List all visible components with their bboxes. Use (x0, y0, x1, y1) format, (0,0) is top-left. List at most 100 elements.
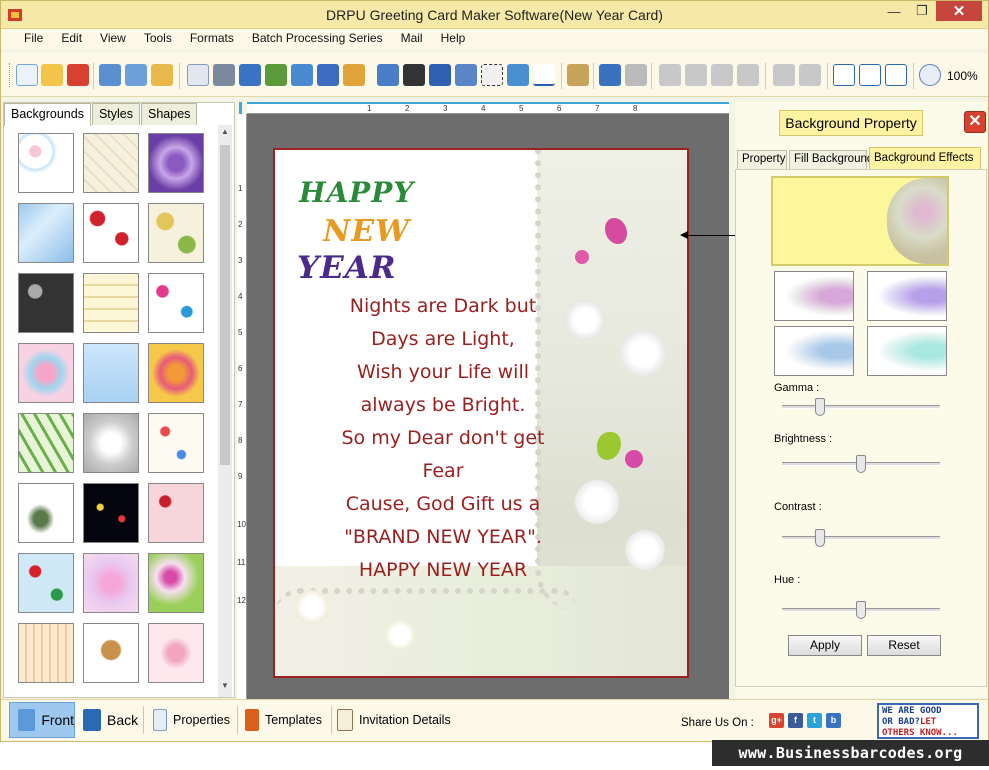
save-icon[interactable] (99, 64, 121, 86)
background-thumbnail[interactable] (18, 273, 74, 333)
scroll-down-icon[interactable]: ▼ (218, 681, 232, 695)
contrast-slider[interactable] (782, 536, 940, 540)
redo-icon[interactable] (625, 64, 647, 86)
menu-file[interactable]: File (15, 29, 52, 49)
background-thumbnail[interactable] (18, 413, 74, 473)
grid-icon[interactable] (833, 64, 855, 86)
fit-window-icon[interactable] (885, 64, 907, 86)
menu-batch-processing[interactable]: Batch Processing Series (243, 29, 392, 49)
front-button[interactable]: Front (9, 702, 75, 738)
invitation-details-button[interactable]: Invitation Details (329, 702, 459, 738)
effect-thumbnail[interactable] (867, 326, 947, 376)
delete-icon[interactable] (737, 64, 759, 86)
close-panel-button[interactable]: ✕ (964, 111, 986, 133)
background-thumbnail[interactable] (148, 273, 204, 333)
background-thumbnail[interactable] (148, 483, 204, 543)
maximize-button[interactable]: ❐ (908, 1, 936, 21)
insert-picture-icon[interactable] (343, 64, 365, 86)
actual-size-icon[interactable] (859, 64, 881, 86)
background-thumbnail[interactable] (83, 343, 139, 403)
crop-icon[interactable] (265, 64, 287, 86)
background-thumbnail[interactable] (18, 623, 74, 683)
menu-formats[interactable]: Formats (181, 29, 243, 49)
menu-help[interactable]: Help (432, 29, 475, 49)
brightness-slider-thumb[interactable] (856, 455, 866, 473)
menu-view[interactable]: View (91, 29, 135, 49)
effect-thumbnail[interactable] (774, 326, 854, 376)
feedback-banner[interactable]: WE ARE GOOD OR BAD?LET OTHERS KNOW... (877, 703, 979, 739)
background-thumbnail[interactable] (83, 133, 139, 193)
gallery-scrollbar[interactable]: ▲ ▼ (218, 125, 232, 697)
print-preview-icon[interactable] (239, 64, 261, 86)
tab-backgrounds[interactable]: Backgrounds (4, 103, 91, 126)
tab-property[interactable]: Property (737, 150, 787, 169)
export-icon[interactable] (151, 64, 173, 86)
google-plus-icon[interactable]: g+ (769, 713, 784, 728)
bring-front-icon[interactable] (773, 64, 795, 86)
background-thumbnail[interactable] (148, 413, 204, 473)
background-thumbnail[interactable] (83, 623, 139, 683)
open-folder-icon[interactable] (41, 64, 63, 86)
close-window-button[interactable]: ✕ (936, 1, 982, 21)
greeting-card[interactable]: HAPPY NEW YEAR Nights are Dark but Days … (273, 148, 689, 678)
tab-background-effects[interactable]: Background Effects (869, 147, 981, 171)
blogger-icon[interactable]: b (826, 713, 841, 728)
properties-icon[interactable] (187, 64, 209, 86)
save-as-icon[interactable] (125, 64, 147, 86)
copy-icon[interactable] (685, 64, 707, 86)
minimize-button[interactable]: — (880, 1, 908, 21)
background-thumbnail[interactable] (83, 273, 139, 333)
poem-text[interactable]: Nights are Dark but Days are Light, Wish… (323, 290, 563, 587)
gamma-slider[interactable] (782, 405, 940, 409)
background-thumbnail[interactable] (18, 203, 74, 263)
properties-button[interactable]: Properties (145, 702, 235, 738)
background-thumbnail[interactable] (83, 483, 139, 543)
menu-edit[interactable]: Edit (52, 29, 91, 49)
menu-tools[interactable]: Tools (135, 29, 181, 49)
print-icon[interactable] (213, 64, 235, 86)
paste-icon[interactable] (711, 64, 733, 86)
background-thumbnail[interactable] (83, 413, 139, 473)
gamma-slider-thumb[interactable] (814, 398, 825, 416)
background-thumbnail[interactable] (148, 343, 204, 403)
signature-icon[interactable] (481, 64, 503, 86)
background-thumbnail[interactable] (18, 483, 74, 543)
undo-icon[interactable] (599, 64, 621, 86)
twitter-icon[interactable]: t (807, 713, 822, 728)
close-icon[interactable] (67, 64, 89, 86)
background-thumbnail[interactable] (83, 203, 139, 263)
effect-thumbnail[interactable] (867, 271, 947, 321)
back-button[interactable]: Back (75, 702, 143, 738)
apply-button[interactable]: Apply (788, 635, 862, 656)
background-thumbnail[interactable] (148, 623, 204, 683)
image-icon[interactable] (291, 64, 313, 86)
database-icon[interactable] (567, 64, 589, 86)
reset-button[interactable]: Reset (867, 635, 941, 656)
contrast-slider-thumb[interactable] (814, 529, 825, 547)
pencil-icon[interactable] (317, 64, 339, 86)
templates-button[interactable]: Templates (237, 702, 329, 738)
background-thumbnail[interactable] (83, 553, 139, 613)
scrollbar-thumb[interactable] (220, 145, 230, 465)
watermark-icon[interactable] (377, 64, 399, 86)
background-thumbnail[interactable] (18, 343, 74, 403)
new-icon[interactable] (16, 64, 38, 86)
barcode-icon[interactable] (403, 64, 425, 86)
tab-styles[interactable]: Styles (91, 103, 141, 125)
tab-fill-background[interactable]: Fill Background (789, 150, 873, 169)
hue-slider-thumb[interactable] (856, 601, 866, 619)
effect-thumbnail[interactable] (774, 271, 854, 321)
menu-mail[interactable]: Mail (392, 29, 432, 49)
background-thumbnail[interactable] (18, 553, 74, 613)
background-thumbnail[interactable] (148, 133, 204, 193)
tab-shapes[interactable]: Shapes (141, 103, 198, 125)
send-back-icon[interactable] (799, 64, 821, 86)
scroll-up-icon[interactable]: ▲ (218, 127, 232, 141)
background-thumbnail[interactable] (148, 203, 204, 263)
line-icon[interactable] (533, 64, 555, 86)
word-art-icon[interactable] (455, 64, 477, 86)
text-icon[interactable] (429, 64, 451, 86)
toolbar-grip[interactable] (9, 63, 12, 87)
email-icon[interactable] (507, 64, 529, 86)
background-thumbnail[interactable] (148, 553, 204, 613)
